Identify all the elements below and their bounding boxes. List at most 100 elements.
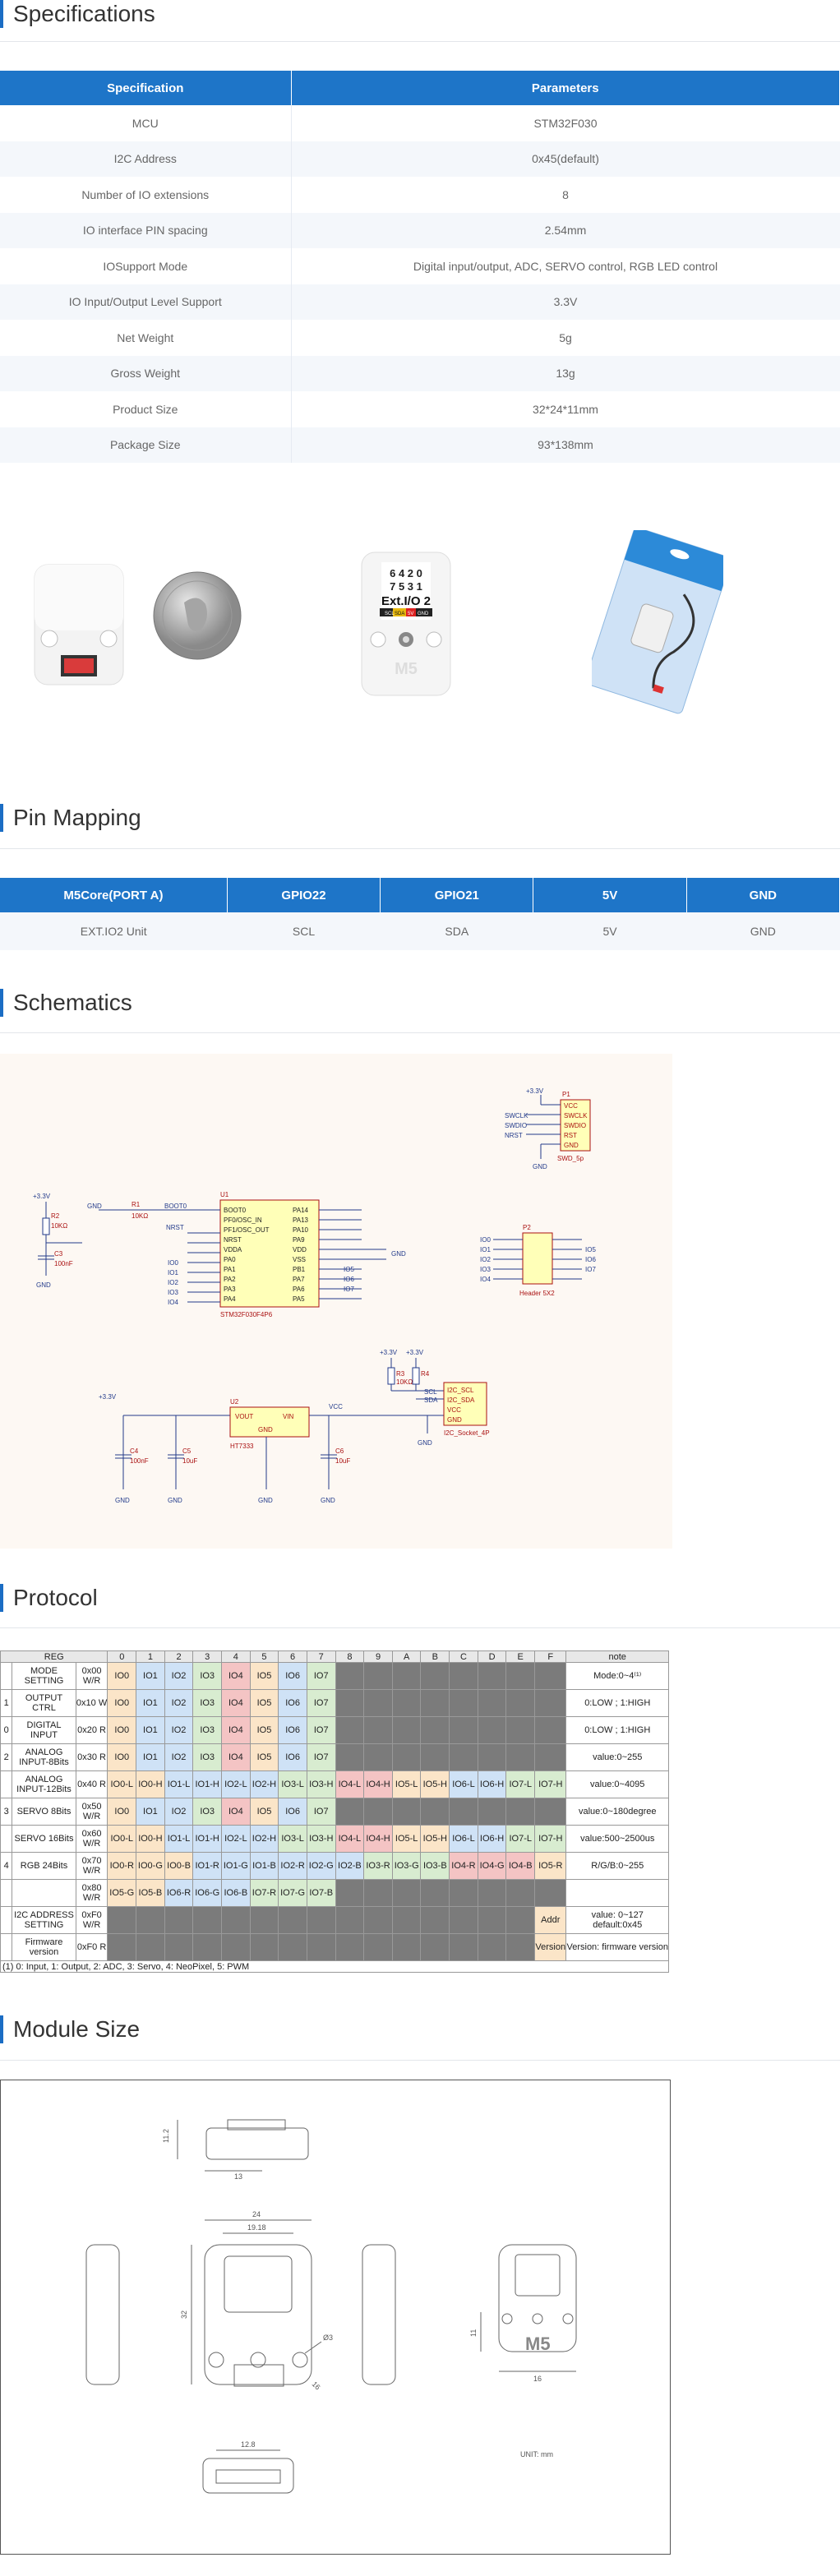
- spec-name: Product Size: [0, 391, 292, 427]
- r2-vcc: +3.3V: [33, 1193, 51, 1200]
- r4-vcc: +3.3V: [406, 1349, 424, 1356]
- protocol-cell: IO4: [221, 1716, 251, 1744]
- dim-hole: Ø3: [323, 2334, 333, 2342]
- spec-name: IOSupport Mode: [0, 248, 292, 284]
- c4-designator: C4: [130, 1447, 139, 1455]
- protocol-empty-cell: [420, 1716, 450, 1744]
- io-net-left: IO1: [168, 1269, 178, 1276]
- protocol-empty-cell: [335, 1743, 365, 1771]
- protocol-reg-addr: 0x50 W/R: [75, 1798, 108, 1826]
- protocol-reg-addr: 0xF0 R: [75, 1933, 108, 1961]
- protocol-cell: IO3: [192, 1798, 222, 1826]
- u1-boot: BOOT0: [164, 1203, 187, 1210]
- gnd-c3: GND: [36, 1281, 51, 1289]
- protocol-empty-cell: [335, 1879, 365, 1907]
- protocol-empty-cell: [505, 1879, 536, 1907]
- spec-row: MCU STM32F030: [0, 105, 840, 141]
- device-logo: M5: [395, 660, 418, 678]
- protocol-cell: IO5: [249, 1662, 279, 1690]
- j1-pin-2: VCC: [447, 1406, 461, 1414]
- protocol-row: 3 SERVO 8Bits 0x50 W/R IO0 IO1 IO2 IO3 IO4 IO5 IO…: [0, 1798, 669, 1826]
- protocol-cell: IO4: [221, 1798, 251, 1826]
- u1-name: STM32F030F4P6: [220, 1311, 273, 1318]
- protocol-empty-cell: [164, 1933, 194, 1961]
- protocol-cell: IO5-G: [107, 1879, 137, 1907]
- protocol-empty-cell: [534, 1798, 567, 1826]
- c3-value: 100nF: [54, 1260, 73, 1267]
- io-net-right: IO6: [344, 1276, 354, 1283]
- protocol-empty-cell: [107, 1933, 137, 1961]
- protocol-header: 7: [306, 1650, 336, 1663]
- protocol-cell: IO2: [164, 1662, 194, 1690]
- protocol-empty-cell: [449, 1716, 478, 1744]
- io-net-header: IO6: [585, 1256, 596, 1263]
- protocol-header: 6: [278, 1650, 307, 1663]
- protocol-empty-cell: [363, 1743, 393, 1771]
- protocol-empty-cell: [136, 1933, 165, 1961]
- protocol-cell: IO3-L: [278, 1825, 307, 1853]
- u1-left-pin: PA3: [224, 1286, 236, 1293]
- u1-right-pin: VDD: [293, 1246, 307, 1253]
- protocol-cell: IO5-H: [420, 1770, 450, 1798]
- protocol-cell: IO6: [278, 1689, 307, 1717]
- u1-right-pin: PA14: [293, 1207, 309, 1214]
- protocol-header: B: [420, 1650, 450, 1663]
- u1-right-pin: PA6: [293, 1286, 305, 1293]
- protocol-cell: IO1: [136, 1743, 165, 1771]
- pin-cell: 5V: [533, 912, 687, 950]
- spec-header-params: Parameters: [291, 71, 840, 105]
- protocol-empty-cell: [306, 1906, 336, 1934]
- protocol-cell: IO1-G: [221, 1852, 251, 1880]
- protocol-note: value:0~180degree: [565, 1798, 669, 1826]
- u1-left-pin: VDDA: [224, 1246, 242, 1253]
- protocol-empty-cell: [192, 1933, 222, 1961]
- protocol-reg-addr: 0x40 R: [75, 1770, 108, 1798]
- protocol-cell: IO7-L: [505, 1770, 536, 1798]
- u1-left-pin: PF0/OSC_IN: [224, 1216, 262, 1224]
- protocol-empty-cell: [505, 1689, 536, 1717]
- product-photo-package: [584, 526, 732, 715]
- protocol-empty-cell: [391, 1798, 422, 1826]
- dim-right-height: 11: [469, 2329, 478, 2337]
- protocol-cell: IO7-L: [505, 1825, 536, 1853]
- spec-name: Gross Weight: [0, 355, 292, 391]
- u1-right-pin: PA13: [293, 1216, 309, 1224]
- j1-pin-0: I2C_SCL: [447, 1387, 474, 1394]
- protocol-cell: IO2: [164, 1798, 194, 1826]
- protocol-cell: IO2-L: [221, 1770, 251, 1798]
- protocol-note: 0:LOW ; 1:HIGH: [565, 1716, 669, 1744]
- gnd-u1: GND: [391, 1250, 406, 1258]
- protocol-row: 0 DIGITAL INPUT 0x20 R IO0 IO1 IO2 IO3 IO4 IO5 IO…: [0, 1716, 669, 1744]
- protocol-note: value:500~2500us: [565, 1825, 669, 1853]
- protocol-cell: IO1: [136, 1689, 165, 1717]
- protocol-cell: IO5: [249, 1743, 279, 1771]
- protocol-empty-cell: [477, 1662, 507, 1690]
- protocol-empty-cell: [534, 1662, 567, 1690]
- protocol-empty-cell: [249, 1906, 279, 1934]
- protocol-cell: IO1-L: [164, 1770, 194, 1798]
- divider: [0, 1032, 840, 1033]
- u1-right-pin: PA9: [293, 1236, 305, 1244]
- protocol-empty-cell: [477, 1906, 507, 1934]
- section-title-protocol: Protocol: [0, 1584, 840, 1612]
- protocol-row: ANALOG INPUT-12Bits 0x40 R IO0-L IO0-H IO1-L…: [0, 1770, 669, 1798]
- protocol-empty-cell: [420, 1689, 450, 1717]
- protocol-empty-cell: [449, 1689, 478, 1717]
- io-net-left: IO0: [168, 1259, 178, 1267]
- protocol-empty-cell: [477, 1716, 507, 1744]
- protocol-cell: IO3: [192, 1662, 222, 1690]
- protocol-register-table: REG 0 1 2 3 4 5 6 7 8 9 A B C D E Fnote MODE SETTING 0x00 …: [0, 1650, 669, 1973]
- protocol-row: 1 OUTPUT CTRL 0x10 W IO0 IO1 IO2 IO3 IO4 IO5 IO6 I…: [0, 1689, 669, 1717]
- protocol-cell: IO0: [107, 1716, 137, 1744]
- device-label-sda: SDA: [395, 612, 404, 616]
- protocol-group: [0, 1906, 13, 1934]
- protocol-empty-cell: [420, 1743, 450, 1771]
- protocol-reg-addr: 0x10 W: [75, 1689, 108, 1717]
- protocol-cell: IO2-G: [306, 1852, 336, 1880]
- u1-left-pin: PA4: [224, 1295, 236, 1303]
- protocol-cell: IO6: [278, 1716, 307, 1744]
- protocol-group: 4: [0, 1852, 13, 1880]
- spec-value: 93*138mm: [291, 427, 840, 463]
- pin-header: GPIO21: [380, 878, 534, 912]
- device-label-gnd: GND: [418, 612, 429, 616]
